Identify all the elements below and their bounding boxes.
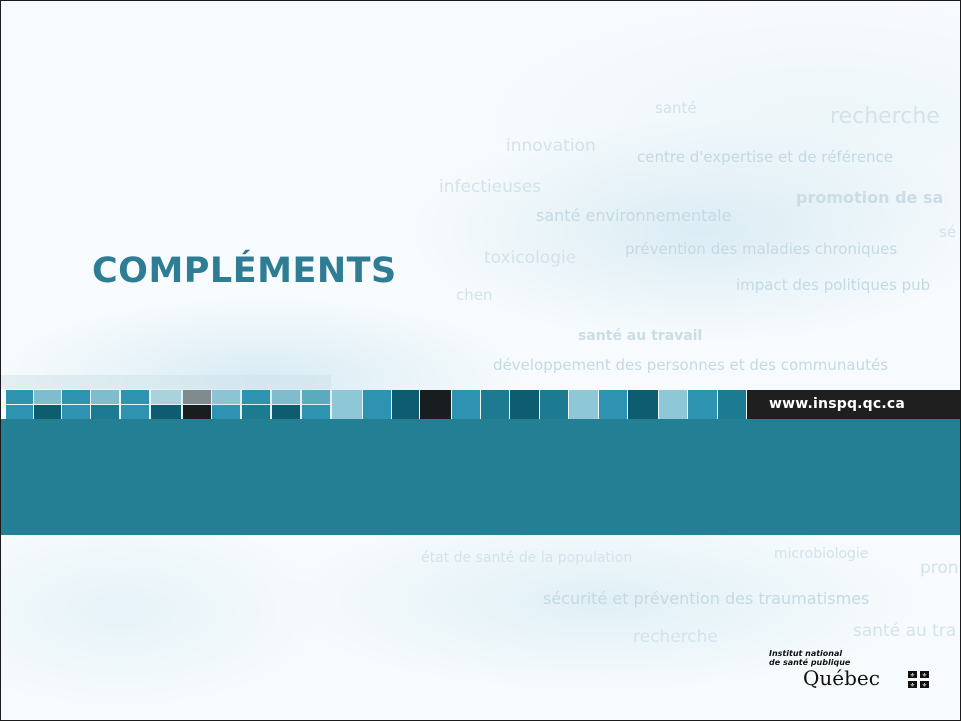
website-url: www.inspq.qc.ca xyxy=(769,396,906,412)
bg-word: recherche xyxy=(830,104,940,129)
bg-word: infectieuses xyxy=(439,177,542,197)
bg-word: santé au travail xyxy=(578,328,703,344)
teal-band xyxy=(1,419,960,535)
bg-word: impact des politiques pub xyxy=(736,276,931,294)
bg-word: développement des personnes et des commu… xyxy=(493,356,889,374)
svg-text:⚜: ⚜ xyxy=(910,672,915,679)
quebec-flag-icon: ⚜ ⚜ ⚜ ⚜ xyxy=(908,671,929,688)
bg-word: promotion de sa xyxy=(796,188,944,207)
slide-title: COMPLÉMENTS xyxy=(92,251,397,291)
bg-word: sécurité et prévention des traumatismes xyxy=(543,589,870,608)
bg-word: toxicologie xyxy=(484,248,577,268)
bg-word: santé xyxy=(655,99,697,117)
svg-text:⚜: ⚜ xyxy=(910,682,915,688)
bg-word: prévention des maladies chroniques xyxy=(625,240,898,258)
bg-word: recherche xyxy=(633,627,718,647)
bg-word: état de santé de la population xyxy=(421,550,633,566)
logo-institute-line1: Institut national xyxy=(769,649,843,658)
title-slide: santé recherche innovation centre d'expe… xyxy=(0,0,961,721)
inspq-quebec-logo: Institut national de santé publique Québ… xyxy=(769,649,939,693)
bg-word: santé environnementale xyxy=(536,206,732,225)
bg-word: innovation xyxy=(506,136,596,156)
bg-word: centre d'expertise et de référence xyxy=(637,148,893,166)
bg-word: pron xyxy=(920,558,959,578)
bg-word: sé xyxy=(939,223,957,241)
bg-word: chen xyxy=(456,286,493,304)
logo-quebec-wordmark: Québec xyxy=(803,666,880,690)
svg-text:⚜: ⚜ xyxy=(922,682,927,688)
bg-word: santé au tra xyxy=(853,621,957,641)
svg-text:⚜: ⚜ xyxy=(922,672,927,679)
bg-word: microbiologie xyxy=(774,546,869,562)
